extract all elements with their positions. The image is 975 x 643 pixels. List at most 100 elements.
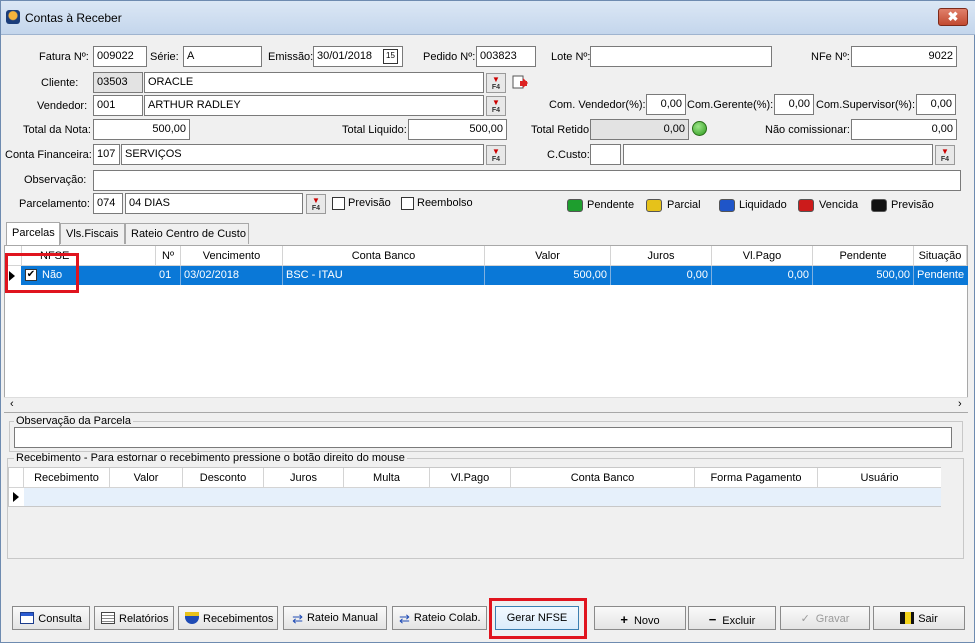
- col-recebimento[interactable]: Recebimento: [24, 468, 110, 488]
- col-conta-banco[interactable]: Conta Banco: [511, 468, 695, 488]
- total-liquido-label: Total Liquido:: [342, 124, 407, 136]
- cliente-name-field[interactable]: ORACLE: [144, 72, 484, 93]
- vendedor-name-field[interactable]: ARTHUR RADLEY: [144, 95, 484, 116]
- recebimento-grid: Recebimento Valor Desconto Juros Multa V…: [8, 467, 941, 507]
- relatorios-label: Relatórios: [119, 613, 169, 625]
- emissao-label: Emissão:: [268, 51, 314, 63]
- excluir-button[interactable]: − Excluir: [688, 606, 776, 630]
- cliente-search-button[interactable]: ▼ F4: [486, 73, 506, 93]
- total-retido-field: 0,00: [590, 119, 689, 140]
- calendar-icon[interactable]: 15: [383, 49, 398, 64]
- com-supervisor-field[interactable]: 0,00: [916, 94, 956, 115]
- nfe-field[interactable]: 9022: [851, 46, 957, 67]
- legend-label: Pendente: [587, 199, 635, 211]
- nfe-label: NFe Nº:: [811, 51, 850, 63]
- col-pendente[interactable]: Pendente: [813, 246, 914, 266]
- app-icon: [6, 10, 20, 24]
- checkmark-icon: ✓: [800, 613, 810, 625]
- client-record-icon[interactable]: [511, 73, 529, 91]
- conta-financeira-label: Conta Financeira:: [5, 149, 92, 161]
- col-usuario[interactable]: Usuário: [818, 468, 941, 488]
- scroll-left-icon[interactable]: ‹: [10, 398, 14, 410]
- ccusto-code-field[interactable]: [590, 144, 621, 165]
- parcelamento-name-field[interactable]: 04 DIAS: [125, 193, 303, 214]
- lote-field[interactable]: [590, 46, 772, 67]
- vendedor-code-field[interactable]: 001: [93, 95, 143, 116]
- serie-label: Série:: [150, 51, 179, 63]
- parcelamento-search-button[interactable]: ▼ F4: [306, 194, 326, 214]
- col-forma-pagamento[interactable]: Forma Pagamento: [695, 468, 818, 488]
- col-vencimento[interactable]: Vencimento: [181, 246, 283, 266]
- f4-key-label: F4: [491, 156, 501, 163]
- observacao-field[interactable]: [93, 170, 961, 191]
- consulta-button[interactable]: Consulta: [12, 606, 90, 630]
- exit-door-icon: [900, 612, 915, 624]
- previsao-label: Previsão: [348, 197, 391, 209]
- tab-rateio-centro-custo[interactable]: Rateio Centro de Custo: [125, 223, 249, 244]
- col-conta-banco[interactable]: Conta Banco: [283, 246, 485, 266]
- vendedor-search-button[interactable]: ▼ F4: [486, 96, 506, 116]
- conta-financeira-code-field[interactable]: 107: [93, 144, 120, 165]
- col-juros[interactable]: Juros: [611, 246, 712, 266]
- close-button[interactable]: ✖: [938, 8, 968, 26]
- obs-parcela-label: Observação da Parcela: [14, 415, 133, 427]
- total-liquido-field[interactable]: 500,00: [408, 119, 507, 140]
- novo-button[interactable]: + Novo: [594, 606, 686, 630]
- com-vendedor-field[interactable]: 0,00: [646, 94, 686, 115]
- com-supervisor-label: Com.Supervisor(%):: [816, 99, 916, 111]
- cliente-code-field[interactable]: 03503: [93, 72, 143, 93]
- col-multa[interactable]: Multa: [344, 468, 430, 488]
- pedido-label: Pedido Nº:: [423, 51, 476, 63]
- legend-label: Parcial: [667, 199, 701, 211]
- nao-comissionar-field[interactable]: 0,00: [851, 119, 957, 140]
- sair-button[interactable]: Sair: [873, 606, 965, 630]
- previsao-checkbox[interactable]: [332, 197, 345, 210]
- horizontal-scrollbar[interactable]: ‹ ›: [4, 397, 968, 412]
- split-arrows-icon: ⇄: [399, 611, 410, 626]
- vendedor-label: Vendedor:: [37, 100, 88, 112]
- tab-parcelas[interactable]: Parcelas: [6, 222, 60, 245]
- recebimentos-button[interactable]: Recebimentos: [178, 606, 278, 630]
- rateio-colab-button[interactable]: ⇄ Rateio Colab.: [392, 606, 487, 630]
- legend-swatch: [567, 199, 583, 212]
- row-indicator-header: [9, 468, 24, 488]
- col-desconto[interactable]: Desconto: [183, 468, 264, 488]
- col-valor[interactable]: Valor: [110, 468, 183, 488]
- ccusto-search-button[interactable]: ▼ F4: [935, 145, 955, 165]
- com-gerente-label: Com.Gerente(%):: [687, 99, 774, 111]
- reembolso-checkbox[interactable]: [401, 197, 414, 210]
- col-situacao[interactable]: Situação: [914, 246, 967, 266]
- refresh-icon[interactable]: [692, 121, 707, 136]
- col-vl-pago[interactable]: Vl.Pago: [430, 468, 511, 488]
- relatorios-button[interactable]: Relatórios: [94, 606, 174, 630]
- conta-financeira-search-button[interactable]: ▼ F4: [486, 145, 506, 165]
- col-valor[interactable]: Valor: [485, 246, 611, 266]
- col-juros[interactable]: Juros: [264, 468, 344, 488]
- parcelamento-code-field[interactable]: 074: [93, 193, 123, 214]
- gravar-button[interactable]: ✓ Gravar: [780, 606, 870, 630]
- conta-financeira-name-field[interactable]: SERVIÇOS: [121, 144, 484, 165]
- pedido-field[interactable]: 003823: [476, 46, 536, 67]
- f4-key-label: F4: [491, 107, 501, 114]
- total-nota-field[interactable]: 500,00: [93, 119, 190, 140]
- title-bar: Contas à Receber ✖: [1, 1, 975, 35]
- cell-vencimento: 03/02/2018: [181, 266, 283, 285]
- com-gerente-field[interactable]: 0,00: [774, 94, 814, 115]
- cell-numero: 01: [156, 266, 181, 285]
- total-nota-label: Total da Nota:: [23, 124, 91, 136]
- fatura-field[interactable]: 009022: [93, 46, 147, 67]
- cell-situacao: Pendente: [917, 269, 965, 281]
- window-icon: [20, 612, 35, 624]
- col-vl-pago[interactable]: Vl.Pago: [712, 246, 813, 266]
- legend-swatch: [646, 199, 662, 212]
- rateio-manual-button[interactable]: ⇄ Rateio Manual: [283, 606, 387, 630]
- tab-vls-fiscais[interactable]: Vls.Fiscais: [60, 223, 125, 244]
- obs-parcela-field[interactable]: [14, 427, 952, 448]
- ccusto-name-field[interactable]: [623, 144, 933, 165]
- table-row[interactable]: [24, 488, 941, 506]
- serie-field[interactable]: A: [183, 46, 262, 67]
- col-numero[interactable]: Nº: [156, 246, 181, 266]
- parcelamento-label: Parcelamento:: [19, 198, 90, 210]
- scroll-right-icon[interactable]: ›: [958, 398, 962, 410]
- sair-label: Sair: [918, 613, 938, 625]
